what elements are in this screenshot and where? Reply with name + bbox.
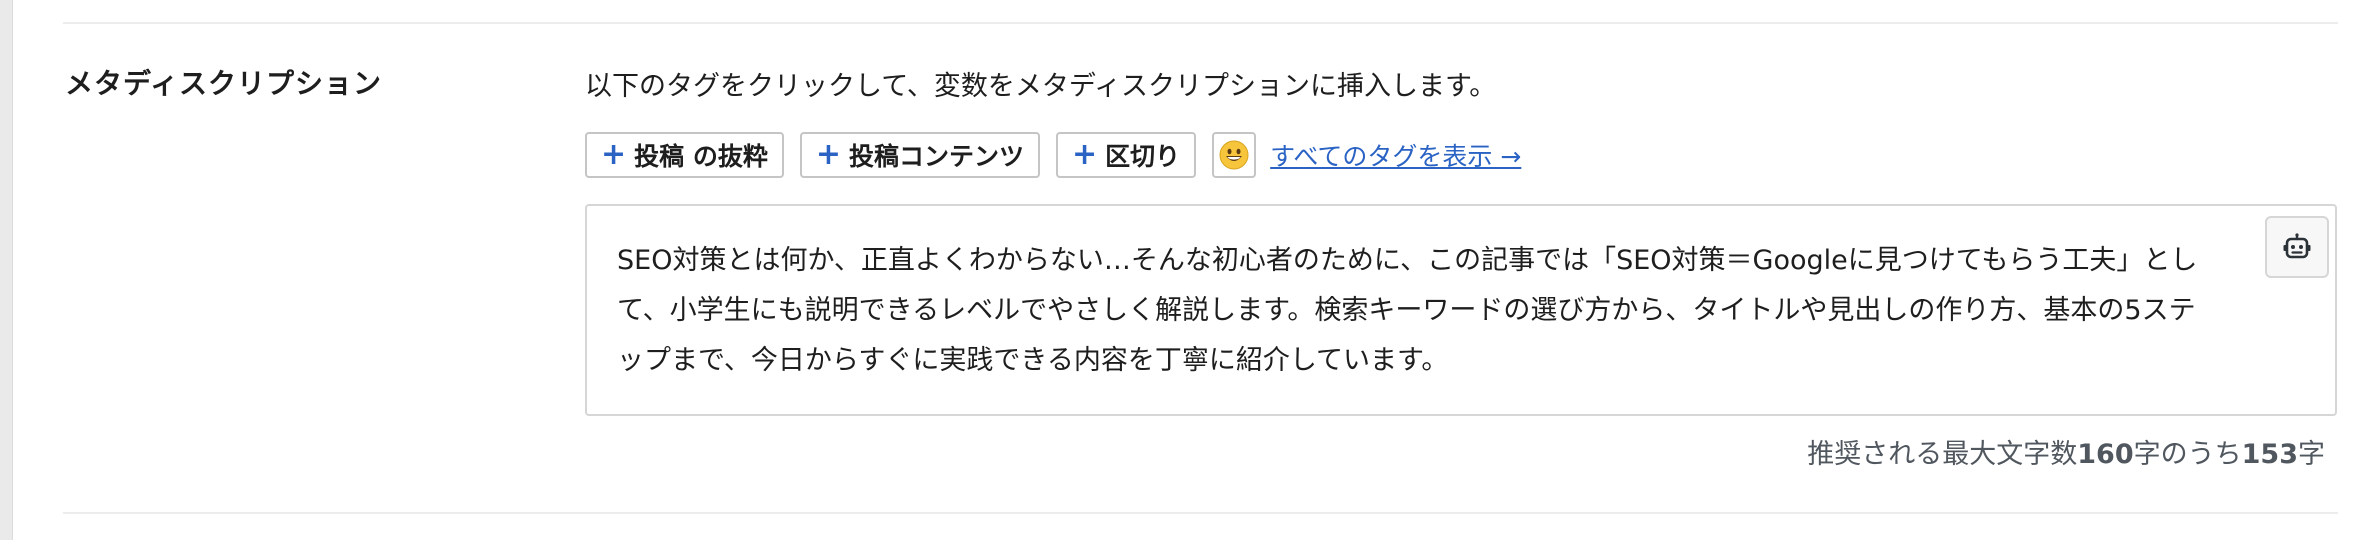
show-all-tags-link[interactable]: すべてのタグを表示 → — [1270, 137, 1521, 173]
field-label: メタディスクリプション — [65, 67, 383, 100]
emoji-picker-button[interactable] — [1212, 132, 1257, 178]
plus-icon: + — [601, 137, 627, 172]
grinning-face-emoji-icon — [1219, 140, 1249, 170]
char-count-suffix: 字 — [2298, 439, 2325, 470]
plus-icon: + — [1072, 137, 1098, 172]
plus-icon: + — [815, 137, 841, 172]
tag-button-separator[interactable]: + 区切り — [1056, 132, 1197, 178]
divider — [63, 22, 2338, 24]
robot-icon — [2283, 233, 2311, 259]
ai-generate-button[interactable] — [2265, 216, 2329, 278]
help-text: 以下のタグをクリックして、変数をメタディスクリプションに挿入します。 — [585, 71, 1497, 102]
tag-button-post-content[interactable]: + 投稿コンテンツ — [799, 132, 1041, 178]
character-counter: 推奨される最大文字数160字のうち153字 — [1807, 432, 2325, 471]
tag-button-label: 投稿 の抜粋 — [634, 142, 768, 171]
tag-button-label: 投稿コンテンツ — [849, 142, 1025, 171]
char-count-max: 160 — [2077, 439, 2134, 470]
char-count-current: 153 — [2241, 439, 2298, 470]
meta-description-input[interactable]: SEO対策とは何か、正直よくわからない…そんな初心者のために、この記事では「SE… — [585, 204, 2337, 416]
char-count-prefix: 推奨される最大文字数 — [1807, 439, 2078, 470]
meta-description-value[interactable]: SEO対策とは何か、正直よくわからない…そんな初心者のために、この記事では「SE… — [617, 236, 2207, 386]
settings-panel: メタディスクリプション 以下のタグをクリックして、変数をメタディスクリプションに… — [13, 0, 2378, 540]
tag-buttons-row: + 投稿 の抜粋 + 投稿コンテンツ + 区切り すべてのタグを表示 → — [585, 131, 1521, 179]
divider — [63, 512, 2338, 514]
tag-button-label: 区切り — [1105, 142, 1181, 171]
tag-button-post-excerpt[interactable]: + 投稿 の抜粋 — [585, 132, 784, 178]
char-count-middle: 字のうち — [2133, 439, 2242, 470]
left-gutter — [0, 0, 13, 540]
